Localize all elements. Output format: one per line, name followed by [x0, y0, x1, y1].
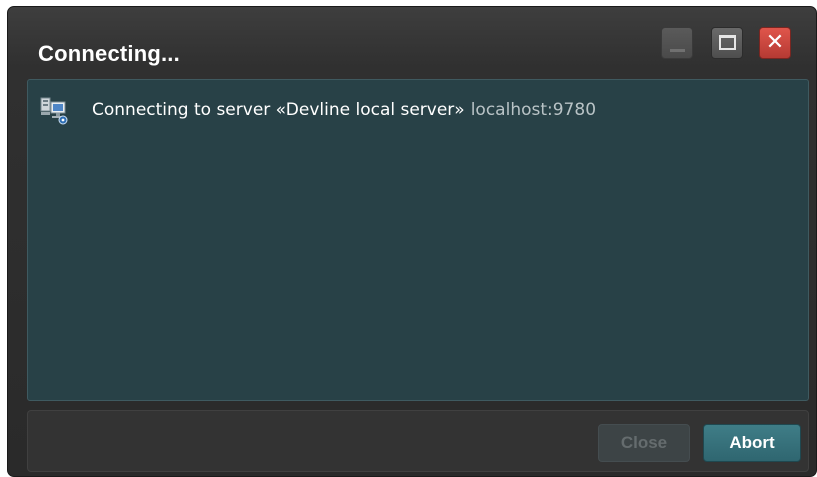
connecting-dialog: Connecting... ✕ Connecting to server «De…	[7, 6, 817, 477]
status-message-text: Connecting to server «Devline local serv…	[92, 100, 465, 120]
maximize-button[interactable]	[711, 27, 743, 59]
close-icon: ✕	[765, 30, 785, 55]
status-message: Connecting to server «Devline local serv…	[92, 100, 596, 120]
network-server-icon	[40, 97, 68, 125]
server-host: localhost:9780	[470, 100, 597, 120]
window-close-button[interactable]: ✕	[759, 27, 791, 59]
minimize-icon	[670, 49, 685, 52]
window-title: Connecting...	[38, 41, 180, 66]
abort-button[interactable]: Abort	[703, 424, 801, 462]
close-button: Close	[598, 424, 690, 462]
button-bar: Close Abort	[27, 410, 809, 472]
minimize-button	[661, 27, 693, 59]
status-panel: Connecting to server «Devline local serv…	[27, 79, 809, 401]
maximize-icon	[719, 35, 736, 50]
title-bar[interactable]: Connecting... ✕	[8, 7, 816, 79]
